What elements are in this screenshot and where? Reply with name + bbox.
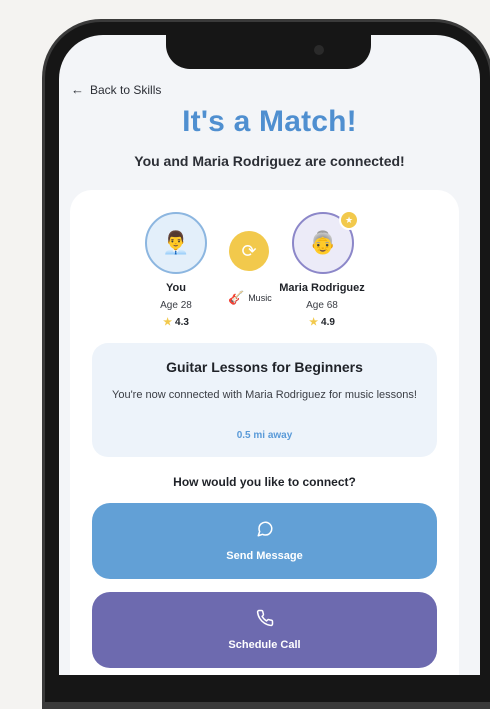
you-rating-value: 4.3 xyxy=(175,317,189,328)
man-icon: 👨‍💼 xyxy=(162,230,190,255)
send-message-label: Send Message xyxy=(226,550,303,562)
lesson-description: You're now connected with Maria Rodrigue… xyxy=(112,389,417,401)
match-card: 👨‍💼 👵 ★ ⟳ 🎸 Music You Age 28 ★ 4.3 Maria … xyxy=(70,190,459,675)
phone-icon xyxy=(256,609,273,627)
star-icon: ★ xyxy=(163,317,173,328)
refresh-icon[interactable]: ⟳ xyxy=(229,231,269,271)
maria-age: Age 68 xyxy=(306,300,338,311)
phone-notch xyxy=(166,35,371,69)
you-rating: ★ 4.3 xyxy=(116,317,236,328)
you-age: Age 28 xyxy=(160,300,192,311)
arrow-left-icon: ← xyxy=(71,82,84,97)
lesson-distance: 0.5 mi away xyxy=(236,430,293,441)
you-name: You xyxy=(166,282,186,294)
maria-rating: ★ 4.9 xyxy=(262,317,382,328)
lesson-info-box: Guitar Lessons for Beginners You're now … xyxy=(92,343,437,457)
schedule-call-button[interactable]: Schedule Call xyxy=(92,592,437,668)
chat-bubble-icon xyxy=(257,521,273,537)
back-link-label: Back to Skills xyxy=(90,82,162,97)
star-badge-icon: ★ xyxy=(339,210,359,230)
lesson-title: Guitar Lessons for Beginners xyxy=(166,359,363,375)
star-icon: ★ xyxy=(309,317,319,328)
older-woman-icon: 👵 xyxy=(309,230,337,255)
camera-icon xyxy=(314,45,324,55)
app-screen: ← Back to Skills It's a Match! You and M… xyxy=(59,35,480,675)
maria-name: Maria Rodriguez xyxy=(279,282,365,294)
maria-rating-value: 4.9 xyxy=(321,317,335,328)
avatar-you: 👨‍💼 xyxy=(145,212,207,274)
page-title: It's a Match! xyxy=(182,105,357,138)
schedule-call-label: Schedule Call xyxy=(228,639,301,651)
page-subtitle: You and Maria Rodriguez are connected! xyxy=(134,153,405,169)
connect-question: How would you like to connect? xyxy=(173,475,356,489)
back-to-skills-link[interactable]: ← Back to Skills xyxy=(71,82,161,97)
send-message-button[interactable]: Send Message xyxy=(92,503,437,579)
